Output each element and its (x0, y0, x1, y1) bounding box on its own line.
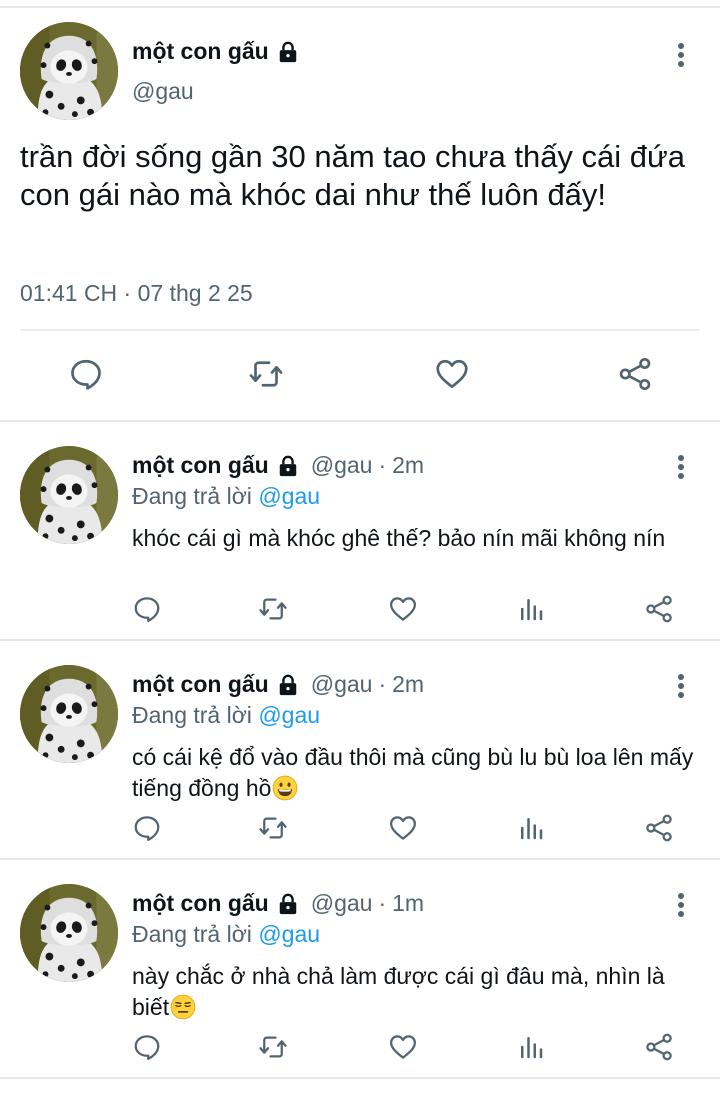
reply-text: này chắc ở nhà chả làm được cái gì đâu m… (132, 961, 700, 1023)
reply-icon[interactable] (68, 356, 104, 392)
share-icon[interactable] (644, 594, 674, 624)
share-icon[interactable] (644, 813, 674, 843)
handle[interactable]: @gau (132, 78, 194, 105)
share-icon[interactable] (617, 356, 653, 392)
avatar[interactable] (20, 22, 118, 120)
separator-dot: · (378, 452, 387, 478)
reply-header: một con gấu @gau · 1m (132, 890, 424, 917)
replying-label: Đang trả lời (132, 921, 252, 947)
replying-to: Đang trả lời @gau (132, 702, 320, 729)
handle[interactable]: @gau (311, 890, 373, 917)
retweet-icon[interactable] (258, 594, 288, 624)
reply-text-content: khóc cái gì mà khóc ghê thế? bảo nín mãi… (132, 525, 666, 551)
replying-to: Đang trả lời @gau (132, 483, 320, 510)
display-name[interactable]: một con gấu (132, 671, 269, 698)
views-icon[interactable] (516, 1032, 546, 1062)
lock-icon (277, 674, 299, 696)
lock-icon (277, 455, 299, 477)
reply-text-content: này chắc ở nhà chả làm được cái gì đâu m… (132, 963, 665, 1020)
display-name-text[interactable]: một con gấu (132, 38, 269, 65)
retweet-icon[interactable] (258, 813, 288, 843)
display-name[interactable]: một con gấu (132, 890, 269, 917)
reply-icon[interactable] (132, 813, 162, 843)
reply-text: có cái kệ đổ vào đầu thôi mà cũng bù lu … (132, 742, 700, 804)
reply-header: một con gấu @gau · 2m (132, 671, 424, 698)
timestamp[interactable]: 01:41 CH · 07 thg 2 25 (20, 280, 253, 307)
relative-time[interactable]: 2m (392, 452, 424, 479)
reply-text: khóc cái gì mà khóc ghê thế? bảo nín mãi… (132, 523, 700, 554)
share-icon[interactable] (644, 1032, 674, 1062)
avatar[interactable] (20, 665, 118, 763)
lock-icon (277, 893, 299, 915)
more-vertical-icon[interactable] (677, 42, 685, 68)
tweet-text: trần đời sống gần 30 năm tao chưa thấy c… (20, 139, 686, 212)
retweet-icon[interactable] (258, 1032, 288, 1062)
expressionless-face-emoji-icon (170, 994, 196, 1020)
views-icon[interactable] (516, 813, 546, 843)
like-icon[interactable] (388, 813, 418, 843)
separator-dot: · (378, 671, 387, 697)
lock-icon (277, 41, 299, 63)
mention-link[interactable]: @gau (258, 702, 320, 728)
retweet-icon[interactable] (248, 356, 284, 392)
more-vertical-icon[interactable] (677, 892, 685, 918)
mention-link[interactable]: @gau (258, 483, 320, 509)
divider (0, 1077, 720, 1079)
mention-link[interactable]: @gau (258, 921, 320, 947)
reply-text-content: có cái kệ đổ vào đầu thôi mà cũng bù lu … (132, 744, 694, 801)
reply-tweet[interactable]: một con gấu @gau · 1m Đang trả lời @gau … (0, 860, 720, 1079)
replying-label: Đang trả lời (132, 702, 252, 728)
relative-time[interactable]: 1m (392, 890, 424, 917)
reply-icon[interactable] (132, 594, 162, 624)
like-icon[interactable] (388, 594, 418, 624)
reply-tweet[interactable]: một con gấu @gau · 2m Đang trả lời @gau … (0, 422, 720, 641)
separator-dot: · (378, 890, 387, 916)
avatar[interactable] (20, 446, 118, 544)
like-icon[interactable] (388, 1032, 418, 1062)
handle[interactable]: @gau (311, 452, 373, 479)
more-vertical-icon[interactable] (677, 454, 685, 480)
reply-icon[interactable] (132, 1032, 162, 1062)
like-icon[interactable] (434, 356, 470, 392)
display-name[interactable]: một con gấu (132, 38, 299, 65)
replying-label: Đang trả lời (132, 483, 252, 509)
relative-time[interactable]: 2m (392, 671, 424, 698)
main-tweet: một con gấu @gau trần đời sống gần 30 nă… (0, 8, 720, 422)
divider (20, 329, 700, 331)
views-icon[interactable] (516, 594, 546, 624)
reply-header: một con gấu @gau · 2m (132, 452, 424, 479)
handle[interactable]: @gau (311, 671, 373, 698)
display-name[interactable]: một con gấu (132, 452, 269, 479)
avatar[interactable] (20, 884, 118, 982)
grinning-face-emoji-icon (272, 775, 298, 801)
reply-tweet[interactable]: một con gấu @gau · 2m Đang trả lời @gau … (0, 641, 720, 860)
more-vertical-icon[interactable] (677, 673, 685, 699)
replying-to: Đang trả lời @gau (132, 921, 320, 948)
